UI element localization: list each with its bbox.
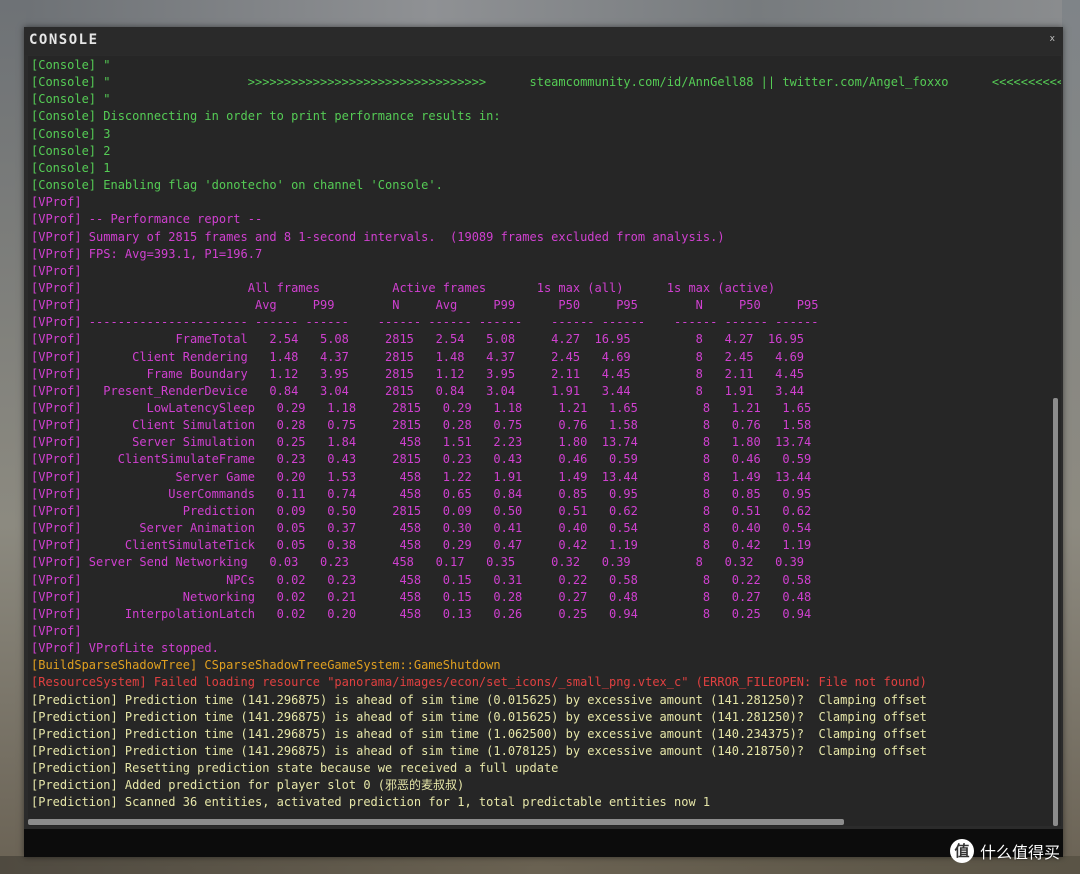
log-line: [VProf] Server Simulation 0.25 1.84 458 … — [31, 435, 812, 450]
log-line: [Console] 1 — [31, 160, 111, 175]
log-line: [Console] Disconnecting in order to prin… — [31, 109, 501, 124]
log-line: [Prediction] Prediction time (141.296875… — [31, 709, 927, 724]
log-line: [VProf] — [31, 623, 82, 638]
log-line: [VProf] -- Performance report -- — [31, 212, 263, 227]
console-log[interactable]: [Console] " [Console] " >>>>>>>>>>>>>>>>>… — [28, 56, 1061, 826]
log-line: [VProf] Client Simulation 0.28 0.75 2815… — [31, 418, 812, 433]
log-line: [VProf] UserCommands 0.11 0.74 458 0.65 … — [31, 486, 812, 501]
console-window: CONSOLE x [Console] " [Console] " >>>>>>>… — [24, 27, 1063, 857]
background-top — [0, 0, 1080, 28]
title-bar[interactable]: CONSOLE x — [24, 27, 1063, 55]
background-right — [1062, 0, 1080, 874]
log-line: [Prediction] Scanned 36 entities, activa… — [31, 795, 711, 810]
background-left — [0, 0, 26, 874]
log-line: [Console] 3 — [31, 126, 111, 141]
log-line: [ResourceSystem] Failed loading resource… — [31, 675, 927, 690]
window-title: CONSOLE — [29, 32, 99, 48]
log-line: [VProf] All frames Active frames 1s max … — [31, 280, 776, 295]
log-line: [VProf] Server Game 0.20 1.53 458 1.22 1… — [31, 469, 812, 484]
watermark: 值 什么值得买 — [950, 838, 1060, 864]
log-line: [VProf] FPS: Avg=393.1, P1=196.7 — [31, 246, 263, 261]
log-line: [Console] " — [31, 92, 111, 107]
log-line: [Prediction] Prediction time (141.296875… — [31, 692, 927, 707]
log-line: [VProf] Avg P99 N Avg P99 P50 P95 N P50 … — [31, 298, 819, 313]
vertical-scrollbar[interactable] — [1053, 398, 1058, 826]
log-line: [VProf] ClientSimulateFrame 0.23 0.43 28… — [31, 452, 812, 467]
log-line: [VProf] Summary of 2815 frames and 8 1-s… — [31, 229, 725, 244]
log-line: [VProf] FrameTotal 2.54 5.08 2815 2.54 5… — [31, 332, 805, 347]
log-line: [VProf] Server Send Networking 0.03 0.23… — [31, 555, 805, 570]
horizontal-scrollbar[interactable] — [28, 819, 844, 825]
log-line: [VProf] — [31, 263, 82, 278]
close-icon[interactable]: x — [1050, 34, 1055, 44]
log-line: [VProf] LowLatencySleep 0.29 1.18 2815 0… — [31, 401, 812, 415]
log-line: [BuildSparseShadowTree] CSparseShadowTre… — [31, 658, 501, 673]
log-line: [Console] " — [31, 58, 111, 72]
watermark-text: 什么值得买 — [980, 843, 1061, 862]
log-line: [Prediction] Prediction time (141.296875… — [31, 726, 927, 741]
console-input[interactable] — [24, 829, 1063, 857]
log-line: [VProf] InterpolationLatch 0.02 0.20 458… — [31, 606, 812, 621]
log-line: [VProf] Networking 0.02 0.21 458 0.15 0.… — [31, 589, 812, 604]
log-line: [VProf] Prediction 0.09 0.50 2815 0.09 0… — [31, 503, 812, 518]
log-line: [Prediction] Resetting prediction state … — [31, 761, 559, 776]
log-line: [Console] 2 — [31, 143, 111, 158]
log-line: [VProf] Present_RenderDevice 0.84 3.04 2… — [31, 383, 805, 398]
log-line: [VProf] — [31, 195, 82, 210]
log-line: [Prediction] Added prediction for player… — [31, 778, 465, 793]
log-line: [VProf] NPCs 0.02 0.23 458 0.15 0.31 0.2… — [31, 572, 812, 587]
log-line: [VProf] ---------------------- ------ --… — [31, 315, 819, 330]
log-line: [VProf] ClientSimulateTick 0.05 0.38 458… — [31, 538, 812, 553]
log-line: [Prediction] Prediction time (141.296875… — [31, 744, 927, 758]
log-line: [VProf] Server Animation 0.05 0.37 458 0… — [31, 521, 812, 536]
log-line: [Console] Enabling flag 'donotecho' on c… — [31, 178, 443, 193]
log-line: [VProf] Client Rendering 1.48 4.37 2815 … — [31, 349, 805, 364]
log-line: [VProf] VProfLite stopped. — [31, 641, 219, 656]
background-bottom — [0, 856, 1080, 874]
log-line: [Console] " >>>>>>>>>>>>>>>>>>>>>>>>>>>>… — [31, 75, 1061, 90]
log-line: [VProf] Frame Boundary 1.12 3.95 2815 1.… — [31, 366, 805, 381]
watermark-logo-icon: 值 — [950, 839, 974, 863]
